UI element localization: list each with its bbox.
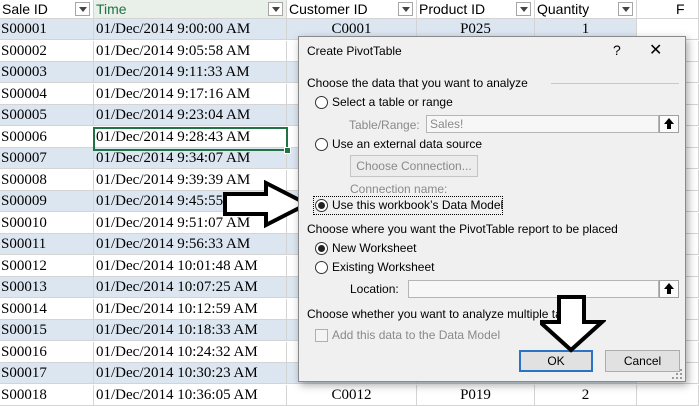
column-header-f[interactable]: F bbox=[637, 0, 699, 19]
cell-time[interactable]: 01/Dec/2014 9:00:00 AM bbox=[94, 19, 287, 40]
location-label: Location: bbox=[350, 282, 399, 296]
header-label: Customer ID bbox=[289, 1, 368, 17]
header-label: Sale ID bbox=[2, 1, 48, 17]
section-placement: Choose where you want the PivotTable rep… bbox=[307, 222, 618, 236]
cell-sale-id[interactable]: S00014 bbox=[0, 298, 94, 320]
cell-time[interactable]: 01/Dec/2014 9:56:33 AM bbox=[94, 234, 287, 255]
cell-sale-id[interactable]: S00003 bbox=[0, 62, 94, 83]
fill-handle[interactable] bbox=[284, 147, 291, 154]
cell-sale-id[interactable]: S00006 bbox=[0, 126, 94, 148]
header-label: Product ID bbox=[419, 1, 486, 17]
radio-new-worksheet-label[interactable]: New Worksheet bbox=[332, 241, 416, 255]
cell-sale-id[interactable]: S00007 bbox=[0, 148, 94, 169]
header-label: Quantity bbox=[537, 1, 590, 17]
cell-sale-id[interactable]: S00013 bbox=[0, 277, 94, 298]
connection-name-label: Connection name: bbox=[350, 182, 448, 196]
create-pivottable-dialog: Create PivotTable ? ✕ Choose the data th… bbox=[298, 36, 686, 382]
header-label: Time bbox=[96, 1, 127, 17]
header-time[interactable]: Time bbox=[94, 0, 287, 19]
cell-time[interactable]: 01/Dec/2014 9:17:16 AM bbox=[94, 83, 287, 105]
filter-dropdown-icon[interactable] bbox=[516, 2, 531, 16]
cell-time[interactable]: 01/Dec/2014 9:11:33 AM bbox=[94, 62, 287, 83]
table-range-label: Table/Range: bbox=[349, 118, 420, 132]
cell-sale-id[interactable]: S00016 bbox=[0, 341, 94, 363]
cell-sale-id[interactable]: S00012 bbox=[0, 255, 94, 277]
cell-sale-id[interactable]: S00009 bbox=[0, 191, 94, 212]
table-range-input[interactable]: Sales! bbox=[426, 115, 659, 133]
resize-grip-icon[interactable] bbox=[671, 368, 683, 380]
section-analyze-data: Choose the data that you want to analyze bbox=[307, 76, 528, 90]
cell-time[interactable]: 01/Dec/2014 10:30:23 AM bbox=[94, 363, 287, 384]
choose-connection-button[interactable]: Choose Connection... bbox=[350, 155, 478, 177]
cell-f[interactable] bbox=[637, 384, 699, 406]
active-cell-selection bbox=[93, 127, 288, 151]
filter-dropdown-icon[interactable] bbox=[398, 2, 413, 16]
cell-sale-id[interactable]: S00011 bbox=[0, 234, 94, 255]
radio-external-source[interactable] bbox=[315, 138, 328, 151]
cell-time[interactable]: 01/Dec/2014 9:05:58 AM bbox=[94, 40, 287, 62]
cell-sale-id[interactable]: S00010 bbox=[0, 212, 94, 234]
cell-customer-id[interactable]: C0012 bbox=[287, 384, 417, 406]
header-quantity[interactable]: Quantity bbox=[535, 0, 637, 19]
radio-select-table-label[interactable]: Select a table or range bbox=[332, 95, 453, 109]
cell-time[interactable]: 01/Dec/2014 10:18:33 AM bbox=[94, 320, 287, 341]
focus-rectangle bbox=[313, 196, 503, 215]
cell-sale-id[interactable]: S00004 bbox=[0, 83, 94, 105]
down-arrow-annotation bbox=[540, 295, 606, 353]
header-customer-id[interactable]: Customer ID bbox=[287, 0, 417, 19]
table-row: S00018 01/Dec/2014 10:36:05 AM C0012 P019 2 bbox=[0, 384, 699, 406]
cell-sale-id[interactable]: S00008 bbox=[0, 169, 94, 191]
divider bbox=[551, 83, 679, 84]
collapse-dialog-icon[interactable] bbox=[659, 115, 679, 133]
cell-time[interactable]: 01/Dec/2014 10:07:25 AM bbox=[94, 277, 287, 298]
header-label: F bbox=[676, 1, 685, 17]
filter-dropdown-icon[interactable] bbox=[75, 2, 90, 16]
cell-sale-id[interactable]: S00002 bbox=[0, 40, 94, 62]
radio-new-worksheet[interactable] bbox=[315, 242, 328, 255]
filter-dropdown-icon[interactable] bbox=[268, 2, 283, 16]
cell-time[interactable]: 01/Dec/2014 9:23:04 AM bbox=[94, 105, 287, 126]
close-icon[interactable]: ✕ bbox=[649, 40, 662, 60]
cell-time[interactable]: 01/Dec/2014 10:01:48 AM bbox=[94, 255, 287, 277]
radio-existing-worksheet[interactable] bbox=[315, 261, 328, 274]
cell-sale-id[interactable]: S00001 bbox=[0, 19, 94, 40]
cell-time[interactable]: 01/Dec/2014 10:12:59 AM bbox=[94, 298, 287, 320]
dialog-title: Create PivotTable bbox=[307, 44, 402, 58]
cell-sale-id[interactable]: S00015 bbox=[0, 320, 94, 341]
filter-dropdown-icon[interactable] bbox=[618, 2, 633, 16]
cell-product-id[interactable]: P019 bbox=[417, 384, 535, 406]
help-button[interactable]: ? bbox=[613, 42, 621, 58]
add-to-data-model-checkbox[interactable] bbox=[315, 329, 328, 342]
cell-sale-id[interactable]: S00005 bbox=[0, 105, 94, 126]
collapse-dialog-icon[interactable] bbox=[659, 280, 679, 298]
cell-sale-id[interactable]: S00018 bbox=[0, 384, 94, 406]
header-product-id[interactable]: Product ID bbox=[417, 0, 535, 19]
radio-existing-worksheet-label[interactable]: Existing Worksheet bbox=[332, 260, 435, 274]
header-sale-id[interactable]: Sale ID bbox=[0, 0, 94, 19]
radio-external-source-label[interactable]: Use an external data source bbox=[332, 137, 482, 151]
cell-time[interactable]: 01/Dec/2014 9:34:07 AM bbox=[94, 148, 287, 169]
cancel-button[interactable]: Cancel bbox=[605, 350, 680, 372]
radio-select-table[interactable] bbox=[315, 96, 328, 109]
cell-sale-id[interactable]: S00017 bbox=[0, 363, 94, 384]
cell-time[interactable]: 01/Dec/2014 10:36:05 AM bbox=[94, 384, 287, 406]
cell-quantity[interactable]: 2 bbox=[535, 384, 637, 406]
add-to-data-model-label: Add this data to the Data Model bbox=[332, 328, 501, 342]
cell-time[interactable]: 01/Dec/2014 10:24:32 AM bbox=[94, 341, 287, 363]
location-input[interactable] bbox=[408, 280, 659, 298]
